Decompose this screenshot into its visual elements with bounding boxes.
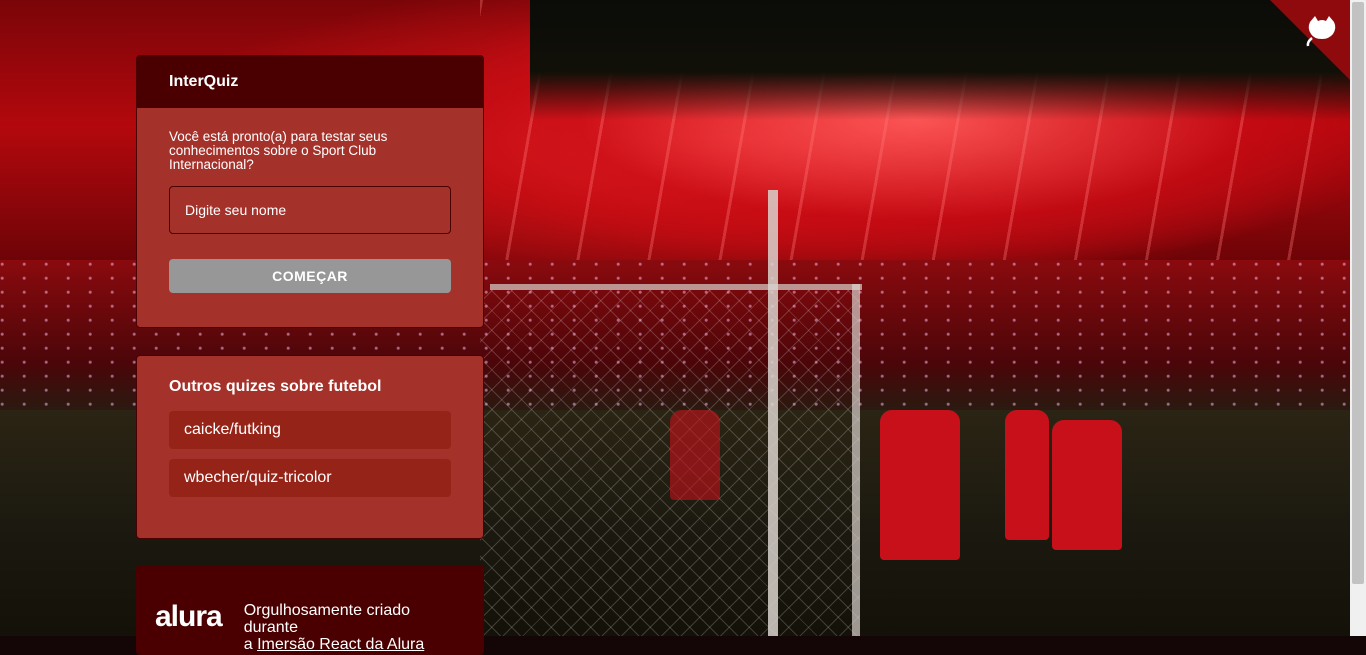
footer: alura Orgulhosamente criado durante a Im… (136, 565, 484, 655)
quiz-widget: InterQuiz Você está pronto(a) para testa… (136, 55, 484, 328)
footer-text-prefix: a (243, 636, 258, 653)
goal-crossbar (490, 284, 862, 290)
goal-post-right (852, 284, 860, 636)
github-corner-link[interactable] (1270, 0, 1350, 80)
night-sky (530, 0, 1350, 120)
page-title: InterQuiz (169, 73, 239, 90)
footer-text-line2: a Imersão React da Alura (244, 636, 465, 653)
scrollbar-thumb[interactable] (1352, 2, 1364, 584)
quiz-link[interactable]: wbecher/quiz-tricolor (169, 459, 451, 497)
alura-logo[interactable]: alura (155, 602, 223, 632)
quiz-prompt: Você está pronto(a) para testar seus con… (169, 129, 388, 172)
footer-text: Orgulhosamente criado durante a Imersão … (244, 602, 465, 653)
scrollbar[interactable] (1350, 0, 1366, 636)
other-quizzes-content: Outros quizes sobre futebol caicke/futki… (137, 356, 483, 497)
quiz-link[interactable]: caicke/futking (169, 411, 451, 449)
player (670, 410, 720, 500)
other-quizzes-title: Outros quizes sobre futebol (169, 378, 382, 395)
other-quizzes-widget: Outros quizes sobre futebol caicke/futki… (136, 355, 484, 539)
player (880, 410, 960, 560)
player (1052, 420, 1122, 550)
goal-post (768, 190, 778, 636)
quiz-widget-content: Você está pronto(a) para testar seus con… (137, 108, 483, 293)
footer-inner: alura Orgulhosamente criado durante a Im… (137, 566, 483, 654)
footer-text-line1: Orgulhosamente criado durante (243, 602, 411, 636)
player (1005, 410, 1049, 540)
name-input[interactable] (169, 186, 451, 234)
quiz-widget-header: InterQuiz (137, 56, 483, 108)
github-octocat-icon (1306, 16, 1336, 47)
start-button[interactable]: COMEÇAR (169, 259, 451, 293)
imersao-react-link[interactable]: Imersão React da Alura (257, 636, 424, 653)
